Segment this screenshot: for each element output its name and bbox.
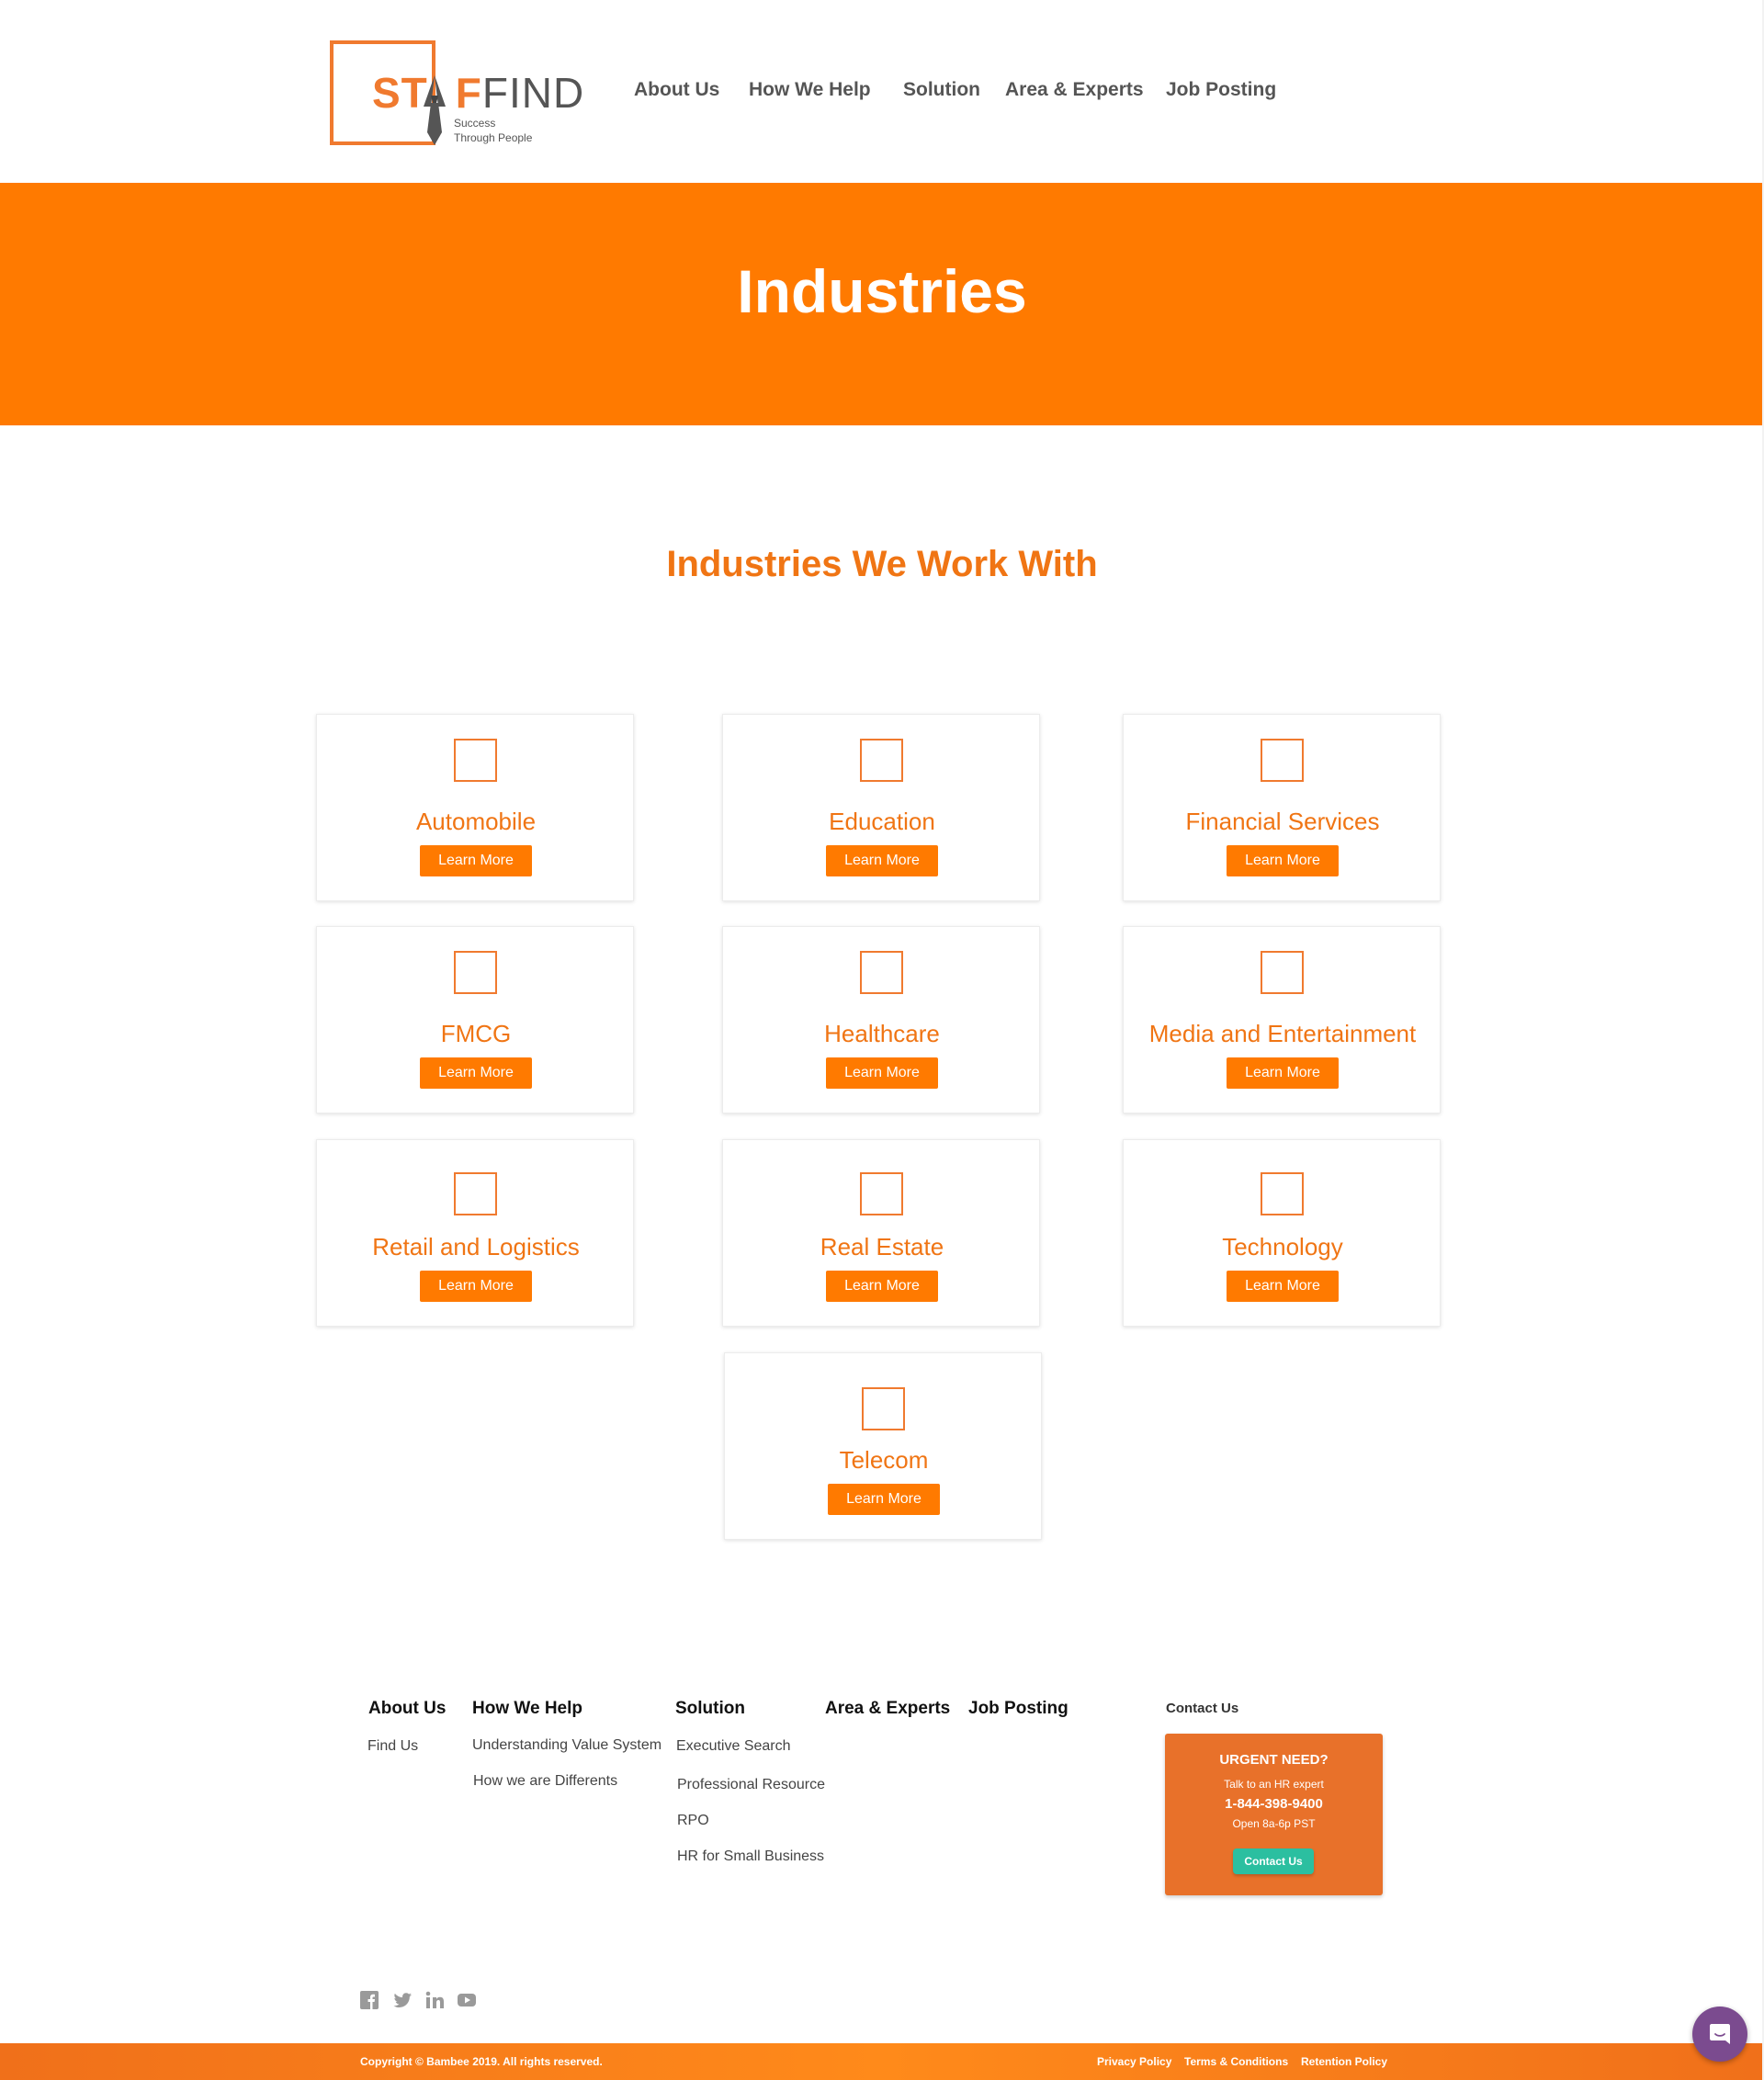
industry-icon-placeholder [862,1387,905,1430]
learn-more-button[interactable]: Learn More [420,1057,532,1089]
industry-card-title: FMCG [440,1020,512,1047]
industry-card-title: Financial Services [1185,808,1380,835]
industry-card-title: Telecom [839,1446,929,1474]
industry-card-retail-logistics: Retail and Logistics Learn More [316,1139,634,1327]
industry-card-telecom: Telecom Learn More [724,1352,1042,1540]
urgent-need-subtitle: Talk to an HR expert [1224,1778,1324,1791]
learn-more-button[interactable]: Learn More [420,1271,532,1302]
chat-icon [1710,2024,1730,2044]
industry-icon-placeholder [1261,739,1304,782]
industry-card-automobile: Automobile Learn More [316,714,634,901]
logo-tagline: Success Through People [454,116,555,145]
industry-icon-placeholder [454,1172,497,1215]
copyright-text: Copyright © Bambee 2019. All rights rese… [360,2055,603,2068]
logo-tagline-line-2: Through People [454,131,533,144]
footer-contact-heading: Contact Us [1166,1701,1239,1716]
urgent-need-phone[interactable]: 1-844-398-9400 [1165,1796,1383,1812]
nav-solution[interactable]: Solution [903,79,980,101]
industry-card-title: Real Estate [820,1233,944,1260]
industry-card-education: Education Learn More [722,714,1040,901]
footer-heading-solution[interactable]: Solution [675,1699,745,1719]
industry-card-fmcg: FMCG Learn More [316,926,634,1113]
industry-card-title: Healthcare [824,1020,940,1047]
industry-icon-placeholder [454,951,497,994]
industry-icon-placeholder [860,1172,903,1215]
industry-icon-placeholder [1261,951,1304,994]
retention-policy-link[interactable]: Retention Policy [1301,2055,1387,2068]
footer-bottom-bar: Copyright © Bambee 2019. All rights rese… [0,2043,1764,2080]
learn-more-button[interactable]: Learn More [1227,1057,1339,1089]
footer-link-find-us[interactable]: Find Us [368,1738,418,1755]
footer-heading-how-we-help[interactable]: How We Help [472,1699,582,1719]
tie-icon [424,75,446,145]
learn-more-button[interactable]: Learn More [828,1484,940,1515]
footer-link-how-we-are-differents[interactable]: How we are Differents [473,1773,617,1790]
nav-how-we-help[interactable]: How We Help [749,79,871,101]
terms-conditions-link[interactable]: Terms & Conditions [1184,2055,1288,2068]
staffind-logo[interactable]: ST FFIND Success Through People [330,40,583,147]
urgent-need-box: URGENT NEED? Talk to an HR expert 1-844-… [1165,1734,1383,1895]
industry-card-title: Technology [1222,1233,1343,1260]
learn-more-button[interactable]: Learn More [826,845,938,876]
industry-card-title: Education [829,808,935,835]
learn-more-button[interactable]: Learn More [826,1057,938,1089]
footer-link-executive-search[interactable]: Executive Search [676,1738,791,1755]
industry-card-media-entertainment: Media and Entertainment Learn More [1123,926,1441,1113]
youtube-icon[interactable] [457,1990,477,2010]
footer-heading-about-us[interactable]: About Us [368,1699,446,1719]
contact-us-button[interactable]: Contact Us [1233,1848,1314,1874]
industry-card-technology: Technology Learn More [1123,1139,1441,1327]
footer-link-rpo[interactable]: RPO [677,1813,709,1829]
urgent-need-hours: Open 8a-6p PST [1232,1817,1316,1830]
industry-icon-placeholder [860,951,903,994]
nav-job-posting[interactable]: Job Posting [1166,79,1276,101]
nav-about-us[interactable]: About Us [634,79,719,101]
industry-card-financial-services: Financial Services Learn More [1123,714,1441,901]
footer-heading-job-posting[interactable]: Job Posting [968,1699,1069,1719]
footer-link-hr-small-business[interactable]: HR for Small Business [677,1848,824,1865]
industry-icon-placeholder [454,739,497,782]
twitter-icon[interactable] [392,1990,413,2010]
chat-widget-button[interactable] [1692,2007,1747,2062]
page-banner: Industries [0,183,1764,425]
footer-link-professional-resource[interactable]: Professional Resource [677,1777,825,1793]
footer-link-understanding-value-system[interactable]: Understanding Value System [472,1737,662,1754]
urgent-need-title: URGENT NEED? [1219,1752,1329,1768]
footer-heading-area-experts[interactable]: Area & Experts [825,1699,950,1719]
learn-more-button[interactable]: Learn More [1227,845,1339,876]
learn-more-button[interactable]: Learn More [826,1271,938,1302]
linkedin-icon[interactable] [424,1990,445,2010]
industry-card-title: Media and Entertainment [1148,1020,1417,1047]
industry-card-real-estate: Real Estate Learn More [722,1139,1040,1327]
logo-tagline-line-1: Success [454,117,496,130]
site-header: ST FFIND Success Through People About Us … [0,0,1764,183]
privacy-policy-link[interactable]: Privacy Policy [1097,2055,1171,2068]
learn-more-button[interactable]: Learn More [420,845,532,876]
logo-text-f: F [455,69,482,117]
industry-card-title: Automobile [415,808,537,835]
industry-card-healthcare: Healthcare Learn More [722,926,1040,1113]
facebook-icon[interactable] [360,1990,379,2010]
page-title: Industries [737,257,1027,325]
logo-text-find: FIND [481,69,585,117]
industry-icon-placeholder [1261,1172,1304,1215]
industry-icon-placeholder [860,739,903,782]
nav-area-experts[interactable]: Area & Experts [1005,79,1144,101]
logo-wordmark: ST FFIND [372,68,584,118]
learn-more-button[interactable]: Learn More [1227,1271,1339,1302]
logo-text-st: ST [372,69,428,117]
industry-card-title: Retail and Logistics [372,1233,580,1260]
section-title: Industries We Work With [666,544,1098,584]
